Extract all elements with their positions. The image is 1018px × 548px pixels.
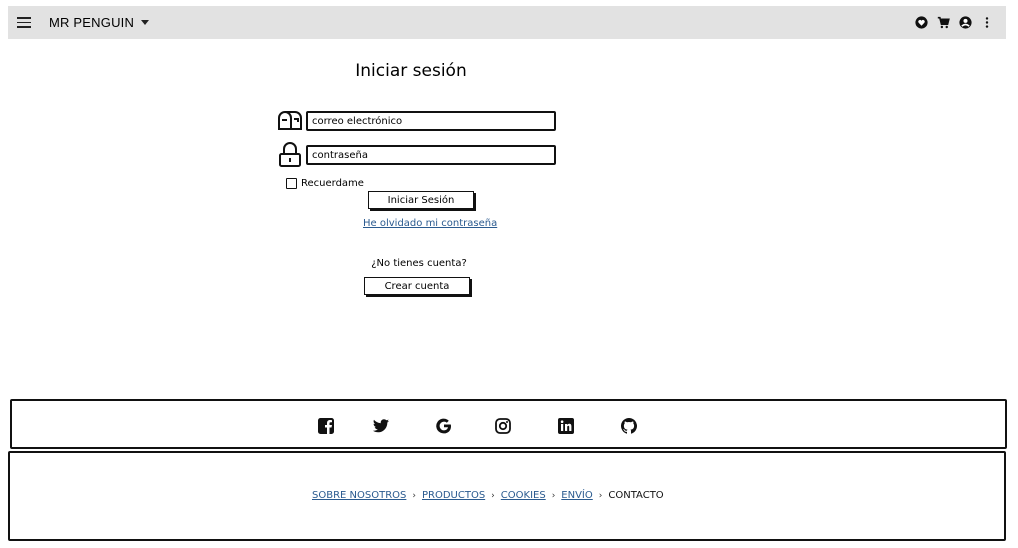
breadcrumb-separator: ›	[598, 490, 603, 501]
brand-label: MR PENGUIN	[49, 15, 135, 30]
breadcrumb-separator: ›	[551, 490, 556, 501]
footer-link-shipping[interactable]: ENVÍO	[561, 490, 592, 501]
login-button[interactable]: Iniciar Sesión	[368, 191, 474, 209]
create-account-button[interactable]: Crear cuenta	[364, 277, 470, 295]
more-vertical-icon[interactable]	[980, 15, 994, 29]
breadcrumb-separator: ›	[491, 490, 495, 501]
cart-icon[interactable]	[936, 15, 950, 29]
remember-label: Recuerdame	[301, 178, 364, 189]
footer-link-cookies[interactable]: COOKIES	[501, 490, 546, 501]
heart-icon[interactable]	[914, 15, 928, 29]
email-row: correo electrónico	[277, 108, 556, 134]
chevron-down-icon	[141, 20, 150, 25]
menu-icon[interactable]	[17, 14, 31, 30]
mailbox-icon	[278, 111, 302, 130]
lock-icon	[279, 142, 301, 167]
instagram-icon[interactable]	[494, 417, 512, 435]
github-icon[interactable]	[620, 417, 638, 435]
social-bar	[10, 399, 1007, 449]
twitter-icon[interactable]	[372, 417, 390, 435]
password-row: contraseña	[277, 142, 556, 168]
remember-me: Recuerdame	[286, 178, 364, 189]
top-icons-group	[914, 15, 994, 29]
brand-dropdown[interactable]: MR PENGUIN	[49, 15, 150, 30]
linkedin-icon[interactable]	[557, 417, 575, 435]
google-icon[interactable]	[435, 417, 453, 435]
breadcrumb-separator: ›	[412, 490, 416, 501]
footer-link-products[interactable]: PRODUCTOS	[422, 490, 485, 501]
page-title: Iniciar sesión	[355, 61, 467, 81]
no-account-text: ¿No tienes cuenta?	[371, 258, 467, 269]
breadcrumb: SOBRE NOSOTROS › PRODUCTOS › COOKIES › E…	[312, 490, 664, 501]
user-icon[interactable]	[958, 15, 972, 29]
top-navbar: MR PENGUIN	[8, 6, 1006, 39]
footer-current-contact: CONTACTO	[608, 490, 664, 501]
facebook-icon[interactable]	[317, 417, 335, 435]
footer: SOBRE NOSOTROS › PRODUCTOS › COOKIES › E…	[8, 451, 1006, 541]
footer-link-about[interactable]: SOBRE NOSOTROS	[312, 490, 406, 501]
password-field[interactable]: contraseña	[306, 145, 556, 165]
forgot-password-link[interactable]: He olvidado mi contraseña	[363, 218, 497, 229]
remember-checkbox[interactable]	[286, 178, 297, 189]
email-field[interactable]: correo electrónico	[306, 111, 556, 131]
